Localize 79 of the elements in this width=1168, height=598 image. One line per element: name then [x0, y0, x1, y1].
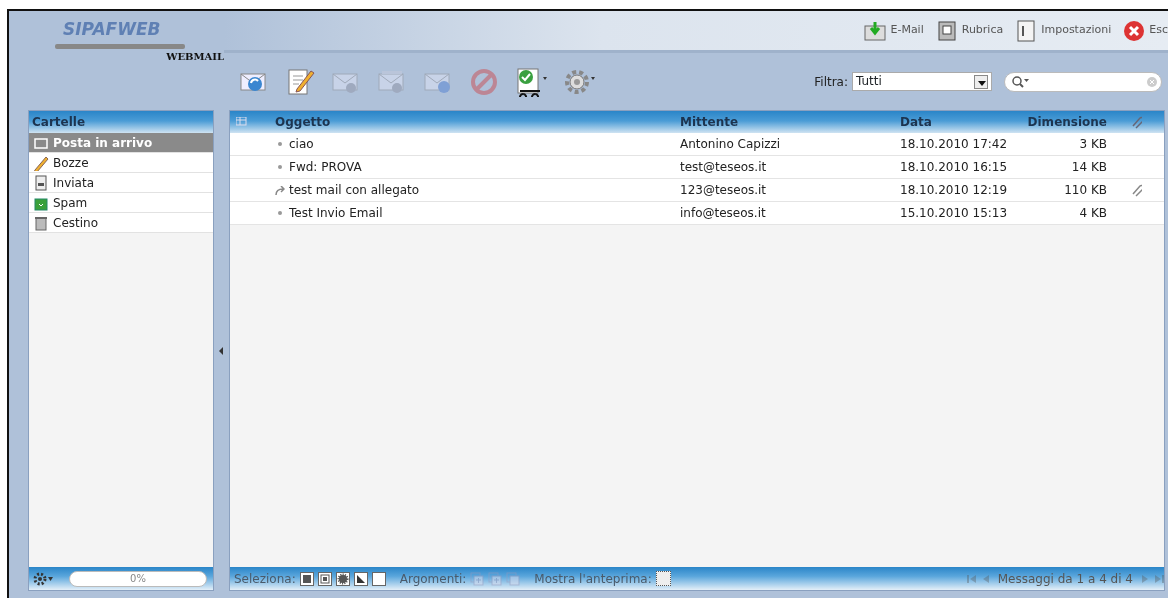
select-none-icon [371, 571, 386, 586]
reply-arrow-icon [275, 185, 285, 195]
folder-item[interactable]: Posta in arrivo [29, 133, 213, 153]
table-cell-text: 18.10.2010 12:19 [900, 182, 1009, 199]
stacked-pages-icon [488, 571, 503, 586]
select-button[interactable] [353, 571, 368, 586]
clear-icon [1146, 75, 1158, 88]
folder-item[interactable]: Bozze [29, 153, 213, 173]
pencil-icon [285, 66, 315, 97]
top-link[interactable]: Impostazioni [1015, 19, 1112, 42]
table-cell-text: 123@teseos.it [680, 182, 768, 199]
table-cell-text: 110 KB [1063, 182, 1107, 199]
select-flagged-icon [335, 571, 350, 586]
table-cell-text: 3 KB [1078, 136, 1107, 153]
top-link[interactable]: Rubrica [935, 19, 1004, 42]
column-header[interactable]: Mittente [680, 113, 900, 131]
last-page-icon [1154, 573, 1164, 584]
top-link[interactable]: E-Mail [864, 19, 924, 42]
bullet-icon [278, 211, 282, 215]
preview-checkbox[interactable] [655, 571, 671, 586]
next-page-icon [1140, 573, 1150, 584]
filter-dropdown[interactable]: Tutti [852, 72, 992, 91]
table-cell-text: ciao [289, 136, 314, 153]
search-field[interactable] [1004, 71, 1162, 92]
column-header[interactable]: Data [900, 113, 1025, 131]
bullet-icon [278, 165, 282, 169]
table-cell-text: 18.10.2010 17:42 [900, 136, 1009, 153]
bullet-icon [278, 142, 282, 146]
table-cell-text: info@teseos.it [680, 205, 767, 222]
table-cell-text: Antonino Capizzi [680, 136, 782, 153]
paperclip-icon [1129, 115, 1142, 129]
filter-label: Filtra: [814, 73, 848, 91]
select-button[interactable] [299, 571, 314, 586]
table-cell-text: test mail con allegato [289, 182, 420, 199]
trash-icon [33, 214, 49, 231]
column-chooser-icon [236, 116, 248, 128]
gear-icon [33, 571, 55, 586]
collapse-arrow-icon [219, 346, 224, 355]
pager-text: Messaggi da 1 a 4 di 4 [997, 570, 1133, 588]
stacked-pages-icon [470, 571, 485, 586]
select-button[interactable] [317, 571, 332, 586]
footer-label: Seleziona: [234, 570, 296, 588]
panel-title: Cartelle [32, 114, 86, 131]
select-button[interactable] [371, 571, 386, 586]
table-cell-text: 14 KB [1070, 159, 1107, 176]
document-icon [1015, 19, 1038, 42]
select-invert-icon [353, 571, 368, 586]
column-header[interactable]: Oggetto [275, 113, 680, 131]
table-cell-text: test@teseos.it [680, 159, 768, 176]
folder-item[interactable]: Inviata [29, 173, 213, 193]
table-cell-text: 15.10.2010 15:13 [900, 205, 1009, 222]
table-cell-text: 4 KB [1078, 205, 1107, 222]
document-icon [33, 174, 49, 191]
logo-title: SIPAFWEB [63, 18, 161, 41]
table-cell-text: 18.10.2010 16:15 [900, 159, 1009, 176]
select-all-icon [299, 571, 314, 586]
inbox-icon [864, 19, 887, 42]
checkmark-icon [515, 66, 547, 97]
no-entry-icon [469, 66, 499, 97]
footer-label: Mostra l'anteprima: [534, 570, 652, 588]
quota-percent: 0% [130, 572, 146, 584]
address-book-icon [935, 19, 958, 42]
folder-item[interactable]: Cestino [29, 213, 213, 233]
top-link[interactable]: Esc [1123, 19, 1168, 42]
close-icon [1123, 19, 1146, 42]
search-icon [1011, 74, 1029, 89]
toolbar-button[interactable] [515, 66, 547, 97]
select-unread-icon [317, 571, 332, 586]
folder-item[interactable]: Spam [29, 193, 213, 213]
table-cell-text: Fwd: PROVA [289, 159, 362, 176]
footer-label: Argomenti: [399, 570, 467, 588]
pencil-icon [33, 154, 49, 171]
select-button[interactable] [335, 571, 350, 586]
logo-subtitle: WEBMAIL [165, 49, 224, 64]
table-cell-text: Test Invio Email [289, 205, 383, 222]
stacked-pages-icon [506, 571, 521, 586]
settings-menu-button[interactable] [33, 571, 55, 586]
column-header[interactable]: Dimensione [1025, 113, 1107, 131]
first-page-icon [966, 573, 977, 584]
